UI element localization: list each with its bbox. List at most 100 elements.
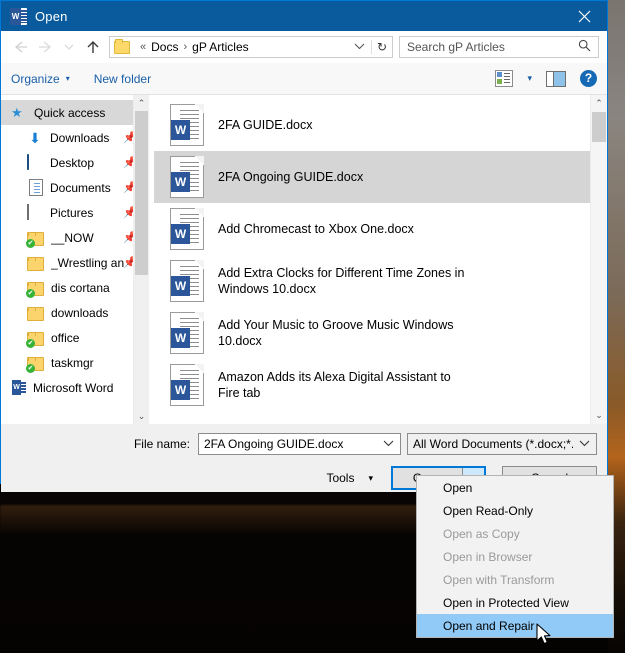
file-type-select[interactable]: All Word Documents (*.docx;*.d — [407, 433, 597, 455]
search-icon[interactable] — [571, 39, 598, 55]
sidebar-item-label: Microsoft Word — [33, 380, 114, 395]
sidebar-item-pictures[interactable]: Pictures 📌 — [1, 200, 149, 225]
view-options-icon[interactable] — [495, 70, 514, 87]
file-list-item[interactable]: W 2FA Ongoing GUIDE.docx — [154, 151, 607, 203]
sidebar-item-label: Documents — [50, 180, 111, 195]
scroll-down-icon[interactable]: ⌄ — [134, 408, 149, 424]
sidebar-item-label: Desktop — [50, 155, 95, 170]
word-glyph: W — [171, 120, 190, 140]
up-arrow-icon[interactable] — [81, 35, 105, 59]
help-icon[interactable]: ? — [580, 70, 597, 87]
organize-button[interactable]: Organize ▾ — [11, 72, 70, 86]
word-icon: W — [12, 380, 26, 395]
file-list-item[interactable]: W Add Extra Clocks for Different Time Zon… — [154, 255, 607, 307]
file-name-row: File name: 2FA Ongoing GUIDE.docx All Wo… — [11, 432, 597, 456]
file-list-item[interactable]: W Add Chromecast to Xbox One.docx — [154, 203, 607, 255]
file-name: Add Extra Clocks for Different Time Zone… — [218, 266, 465, 296]
word-document-icon: W — [170, 364, 204, 406]
sidebar-item-label: office — [51, 330, 80, 345]
word-glyph: W — [171, 328, 190, 348]
scroll-down-icon[interactable]: ⌄ — [591, 407, 607, 424]
breadcrumb-separator: › — [183, 41, 188, 53]
recent-locations-icon[interactable] — [57, 35, 81, 59]
menu-item-open-read-only[interactable]: Open Read-Only — [417, 499, 613, 522]
open-dropdown-menu: Open Open Read-Only Open as Copy Open in Br… — [416, 475, 614, 638]
menu-item-open-in-protected-view[interactable]: Open in Protected View — [417, 591, 613, 614]
forward-arrow-icon[interactable] — [33, 35, 57, 59]
chevron-down-icon[interactable] — [377, 439, 400, 450]
file-name-value: 2FA Ongoing GUIDE.docx — [204, 437, 344, 451]
word-document-icon: W — [170, 260, 204, 302]
sidebar-item-wrestling-an[interactable]: _Wrestling an 📌 — [1, 250, 149, 275]
word-glyph: W — [171, 380, 190, 400]
title-bar: W Open — [1, 1, 607, 31]
sidebar-item-downloads[interactable]: downloads — [1, 300, 149, 325]
pictures-icon — [27, 203, 43, 221]
word-document-icon: W — [170, 208, 204, 250]
sidebar-item-label: Pictures — [50, 205, 94, 220]
file-list-item[interactable]: W Amazon Adds its Alexa Digital Assistant… — [154, 359, 607, 411]
word-icon: W — [10, 7, 27, 25]
breadcrumb-overflow[interactable]: « — [140, 41, 146, 53]
download-icon: ⬇ — [29, 129, 41, 146]
folder-sync-icon — [26, 231, 44, 248]
sidebar-item-label: __NOW — [51, 230, 94, 245]
chevron-down-icon[interactable] — [573, 439, 596, 450]
folder-sync-icon — [26, 331, 44, 348]
folder-sync-icon — [26, 356, 44, 373]
sidebar-item-documents[interactable]: Documents 📌 — [1, 175, 149, 200]
file-name: Amazon Adds its Alexa Digital Assistant … — [218, 370, 451, 400]
file-list-scroll-thumb[interactable] — [592, 112, 606, 142]
breadcrumb-item-gp-articles[interactable]: gP Articles — [192, 40, 248, 54]
tools-label: Tools — [326, 471, 355, 485]
view-options-caret-icon[interactable]: ▾ — [527, 73, 532, 84]
sidebar-item-quick-access[interactable]: ★ Quick access — [1, 100, 149, 125]
window-title: Open — [35, 8, 68, 24]
close-icon[interactable] — [561, 1, 607, 31]
sidebar-item-microsoft-word[interactable]: W Microsoft Word — [1, 375, 149, 400]
word-glyph: W — [171, 276, 190, 296]
sidebar-item-label: downloads — [51, 305, 109, 320]
folder-sync-icon — [26, 281, 44, 298]
back-arrow-icon[interactable] — [9, 35, 33, 59]
file-name: Add Chromecast to Xbox One.docx — [218, 222, 414, 236]
refresh-icon[interactable]: ↻ — [370, 40, 392, 54]
folder-icon — [27, 306, 44, 321]
dialog-body: ★ Quick access ⬇ Downloads 📌 Desktop 📌 Document… — [1, 95, 607, 424]
breadcrumb[interactable]: « Docs › gP Articles ↻ — [109, 36, 393, 58]
word-glyph: W — [171, 224, 190, 244]
file-list-item[interactable]: W 2FA GUIDE.docx — [154, 99, 607, 151]
sidebar-item-now[interactable]: __NOW📌 — [1, 225, 149, 250]
sidebar-item-label: Quick access — [34, 105, 106, 120]
sidebar-scrollbar[interactable]: ⌃ ⌄ — [133, 95, 149, 424]
menu-item-open[interactable]: Open — [417, 476, 613, 499]
file-name: 2FA GUIDE.docx — [218, 118, 313, 132]
file-list-item[interactable]: W Add Your Music to Groove Music Windows … — [154, 307, 607, 359]
search-input[interactable]: Search gP Articles — [399, 36, 599, 58]
chevron-down-icon[interactable] — [348, 42, 371, 53]
scroll-up-icon[interactable]: ⌃ — [591, 95, 607, 112]
scroll-up-icon[interactable]: ⌃ — [134, 95, 149, 111]
preview-pane-icon[interactable] — [546, 70, 566, 87]
pin-star-icon: ★ — [11, 104, 23, 120]
file-list-scrollbar[interactable]: ⌃ ⌄ — [590, 95, 607, 424]
sidebar-item-downloads[interactable]: ⬇ Downloads 📌 — [1, 125, 149, 150]
sidebar-item-office[interactable]: office — [1, 325, 149, 350]
file-name-input[interactable]: 2FA Ongoing GUIDE.docx — [198, 433, 401, 455]
sidebar-item-desktop[interactable]: Desktop 📌 — [1, 150, 149, 175]
file-type-value: All Word Documents (*.docx;*.d — [413, 437, 573, 451]
sidebar-item-label: taskmgr — [51, 355, 94, 370]
documents-icon — [29, 179, 43, 196]
tools-button[interactable]: Tools ▾ — [326, 471, 373, 485]
breadcrumb-item-docs[interactable]: Docs — [151, 40, 178, 54]
menu-item-open-as-copy: Open as Copy — [443, 526, 520, 541]
new-folder-button[interactable]: New folder — [94, 72, 151, 86]
navigation-list: ★ Quick access ⬇ Downloads 📌 Desktop 📌 Document… — [1, 95, 149, 400]
file-list: W 2FA GUIDE.docx W 2FA Ongoing GUIDE.docx W A… — [154, 95, 607, 424]
sidebar-item-taskmgr[interactable]: taskmgr — [1, 350, 149, 375]
sidebar-scroll-thumb[interactable] — [135, 111, 148, 275]
open-file-dialog: W Open « Docs › gP Articles ↻ Search gP … — [0, 0, 608, 492]
sidebar-item-dis-cortana[interactable]: dis cortana — [1, 275, 149, 300]
menu-item-open-and-repair[interactable]: Open and Repair — [417, 614, 613, 637]
search-placeholder: Search gP Articles — [407, 40, 505, 54]
